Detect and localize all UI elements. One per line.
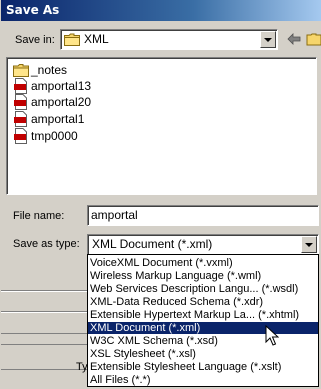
divider: [1, 369, 87, 370]
save-as-type-dropdown-list[interactable]: VoiceXML Document (*.vxml) Wireless Mark…: [87, 254, 319, 387]
divider: [1, 312, 87, 313]
dropdown-option[interactable]: XML-Data Reduced Schema (*.xdr): [88, 296, 318, 308]
file-name: amportal13: [31, 79, 92, 93]
mouse-cursor-icon: [265, 324, 280, 350]
divider: [1, 344, 87, 345]
xml-file-icon: [13, 128, 29, 144]
save-as-type-value: XML Document (*.xml): [92, 237, 213, 251]
dropdown-option[interactable]: All Files (*.*): [88, 374, 318, 386]
dropdown-option[interactable]: Wireless Markup Language (*.wml): [88, 270, 318, 282]
divider: [1, 333, 87, 334]
dropdown-option[interactable]: Web Services Description Langu... (*.wsd…: [88, 283, 318, 295]
save-as-type-label: Save as type:: [13, 238, 80, 250]
list-item[interactable]: amportal1: [13, 111, 84, 127]
window-title: Save As: [6, 3, 60, 17]
list-item[interactable]: tmp0000: [13, 128, 78, 144]
folder-icon: [13, 62, 29, 78]
chevron-down-icon[interactable]: [260, 31, 276, 48]
dropdown-option[interactable]: Extensible Stylesheet Language (*.xslt): [88, 361, 318, 373]
dropdown-option[interactable]: VoiceXML Document (*.vxml): [88, 257, 318, 269]
column-header-fragment: Ty: [76, 361, 88, 373]
folder-icon: [64, 33, 80, 49]
back-arrow-icon[interactable]: [284, 29, 304, 49]
underlying-panel: Ty: [1, 290, 88, 389]
file-name: tmp0000: [31, 129, 78, 143]
divider: [1, 291, 87, 292]
list-item[interactable]: amportal20: [13, 94, 91, 110]
save-in-value: XML: [84, 32, 109, 46]
xml-file-icon: [13, 94, 29, 110]
title-bar[interactable]: Save As: [1, 0, 321, 21]
list-item[interactable]: _notes: [13, 62, 67, 78]
list-item[interactable]: amportal13: [13, 78, 91, 94]
dropdown-option[interactable]: W3C XML Schema (*.xsd): [88, 335, 318, 347]
dropdown-option[interactable]: Extensible Hypertext Markup La... (*.xht…: [88, 309, 318, 321]
file-name-input[interactable]: [91, 208, 291, 222]
dropdown-option-selected[interactable]: XML Document (*.xml): [88, 322, 318, 334]
file-name-field[interactable]: [87, 205, 319, 226]
file-name: amportal1: [31, 112, 85, 126]
file-name: amportal20: [31, 95, 92, 109]
file-list[interactable]: _notes amportal13 amportal20 amportal1 t…: [6, 57, 317, 195]
up-folder-icon[interactable]: [305, 29, 321, 49]
chevron-down-icon[interactable]: [301, 236, 317, 253]
xml-file-icon: [13, 111, 29, 127]
save-as-type-combo[interactable]: XML Document (*.xml): [87, 234, 319, 255]
file-name-label: File name:: [13, 210, 65, 222]
save-in-combo[interactable]: XML: [60, 29, 278, 50]
dropdown-option[interactable]: XSL Stylesheet (*.xsl): [88, 348, 318, 360]
xml-file-icon: [13, 78, 29, 94]
save-in-label: Save in:: [15, 34, 55, 46]
save-as-dialog: Save As Save in: XML _notes amportal13 a…: [0, 0, 321, 389]
file-name: _notes: [31, 63, 68, 77]
